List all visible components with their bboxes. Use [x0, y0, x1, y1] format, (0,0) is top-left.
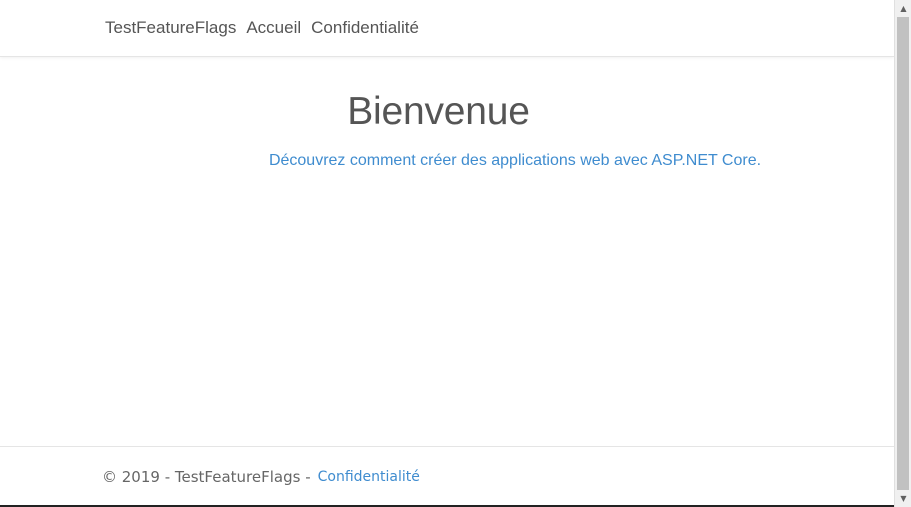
- arrow-up-icon[interactable]: ▲: [895, 0, 911, 17]
- navbar: TestFeatureFlags Accueil Confidentialité: [0, 0, 894, 57]
- scroll-thumb[interactable]: [897, 17, 909, 490]
- nav-link-accueil[interactable]: Accueil: [246, 18, 301, 38]
- nav-link-confidentialite[interactable]: Confidentialité: [311, 18, 419, 38]
- footer: © 2019 - TestFeatureFlags - Confidential…: [0, 446, 894, 507]
- footer-copyright: © 2019 - TestFeatureFlags -: [102, 468, 311, 486]
- brand-link[interactable]: TestFeatureFlags: [105, 18, 236, 38]
- page-title: Bienvenue: [347, 90, 530, 133]
- learn-paragraph: Découvrez comment créer des applications…: [0, 152, 911, 170]
- vertical-scrollbar[interactable]: ▲ ▼: [894, 0, 911, 507]
- footer-privacy-link[interactable]: Confidentialité: [318, 469, 420, 485]
- learn-link[interactable]: Découvrez comment créer des applications…: [269, 152, 761, 169]
- page: TestFeatureFlags Accueil Confidentialité…: [0, 0, 894, 507]
- main-content: Bienvenue Découvrez comment créer des ap…: [0, 57, 894, 446]
- browser-viewport: TestFeatureFlags Accueil Confidentialité…: [0, 0, 911, 507]
- arrow-down-icon[interactable]: ▼: [895, 490, 911, 507]
